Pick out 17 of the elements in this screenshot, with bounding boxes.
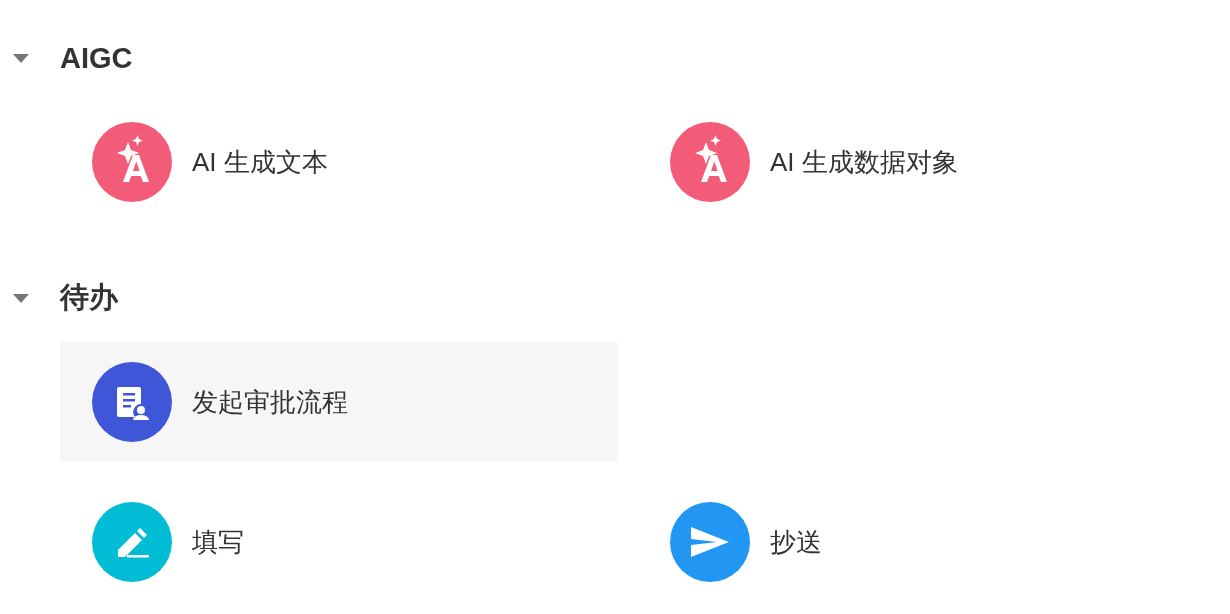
sparkle-letter-icon bbox=[92, 122, 172, 202]
action-label: 填写 bbox=[192, 525, 244, 559]
action-label: 发起审批流程 bbox=[192, 385, 348, 419]
section-title: 待办 bbox=[60, 280, 118, 315]
action-label: AI 生成文本 bbox=[192, 145, 328, 179]
section-title: AIGC bbox=[60, 41, 133, 75]
action-item[interactable]: 填写 bbox=[60, 482, 618, 602]
action-item[interactable]: 抄送 bbox=[638, 482, 1196, 602]
document-person-icon bbox=[92, 362, 172, 442]
pencil-icon bbox=[92, 502, 172, 582]
sparkle-letter-icon bbox=[670, 122, 750, 202]
action-item[interactable]: AI 生成文本 bbox=[60, 102, 618, 222]
send-icon bbox=[670, 502, 750, 582]
action-label: 抄送 bbox=[770, 525, 822, 559]
action-item[interactable]: AI 生成数据对象 bbox=[638, 102, 1196, 222]
action-item[interactable]: 发起审批流程 bbox=[60, 342, 618, 462]
action-label: AI 生成数据对象 bbox=[770, 145, 958, 179]
